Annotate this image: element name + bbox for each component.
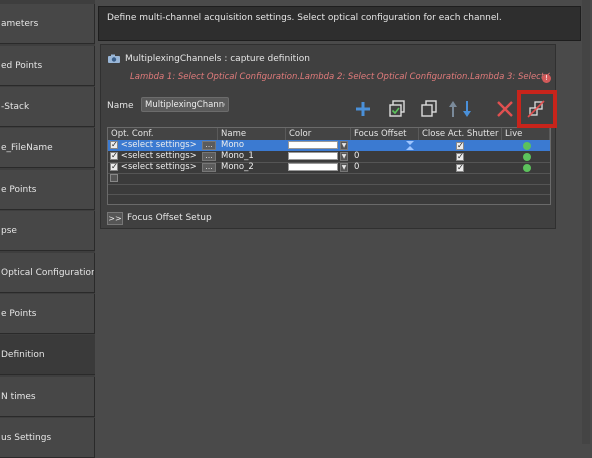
sidebar: ameters ed Points -Stack e_FileName e Po… <box>0 0 95 458</box>
sidebar-item-label: e Points <box>1 308 37 319</box>
delete-icon <box>497 101 513 117</box>
camera-icon <box>108 54 120 63</box>
add-icon <box>356 102 370 116</box>
color-dropdown-icon[interactable]: ▼ <box>340 163 348 172</box>
channel-name-cell[interactable]: Mono <box>221 140 281 151</box>
add-channel-button[interactable] <box>351 97 375 121</box>
row-enable-checkbox[interactable] <box>110 151 118 160</box>
column-header-focus-offset[interactable]: Focus Offset <box>351 128 419 140</box>
sidebar-item-parameters[interactable]: ameters <box>0 4 95 44</box>
focus-offset-cell[interactable]: 0 <box>354 151 414 162</box>
color-dropdown-icon[interactable]: ▼ <box>340 141 348 150</box>
move-down-icon <box>463 101 471 117</box>
sidebar-item-z-stack[interactable]: -Stack <box>0 87 95 127</box>
sidebar-item-points-b[interactable]: e Points <box>0 294 95 334</box>
opt-conf-browse-button[interactable]: ... <box>202 152 216 161</box>
sidebar-item-n-times[interactable]: N times <box>0 377 95 417</box>
expand-toggle-button[interactable]: >> <box>107 211 123 225</box>
sidebar-item-label: N times <box>1 391 36 402</box>
sidebar-item-label: ameters <box>1 18 39 29</box>
color-swatch[interactable] <box>288 163 338 171</box>
sidebar-item-label: Optical Configuration <box>1 267 95 278</box>
duplicate-button[interactable] <box>417 97 441 121</box>
channels-table: Opt. Conf. Name Color Focus Offset Close… <box>107 127 551 205</box>
live-icon[interactable] <box>523 142 531 150</box>
row-divider <box>108 194 550 195</box>
channel-name-cell[interactable]: Mono_2 <box>221 162 281 173</box>
sidebar-item-label: us Settings <box>1 432 52 443</box>
sidebar-item-lapse[interactable]: pse <box>0 211 95 251</box>
row-enable-checkbox[interactable] <box>110 140 118 149</box>
color-swatch[interactable] <box>288 141 338 149</box>
column-header-live[interactable]: Live <box>502 128 550 140</box>
close-shutter-checkbox[interactable] <box>456 163 464 172</box>
vertical-scrollbar[interactable] <box>582 0 590 444</box>
focus-offset-cell[interactable]: 0 <box>354 162 414 173</box>
column-header-name[interactable]: Name <box>218 128 286 140</box>
move-up-icon <box>449 101 457 117</box>
sidebar-item-focus-settings[interactable]: us Settings <box>0 418 95 458</box>
sidebar-item-definition[interactable]: Definition <box>0 335 95 375</box>
opt-conf-value: <select settings> <box>120 162 197 172</box>
opt-conf-browse-button[interactable]: ... <box>202 163 216 172</box>
sidebar-item-label: ed Points <box>1 60 43 71</box>
row-enable-checkbox[interactable] <box>110 162 118 171</box>
sidebar-item-label: Definition <box>1 349 45 360</box>
live-icon[interactable] <box>523 153 531 161</box>
column-header-opt-conf[interactable]: Opt. Conf. <box>108 128 218 140</box>
delete-channel-button[interactable] <box>493 97 517 121</box>
move-up-button[interactable] <box>447 97 459 121</box>
opt-conf-value: <select settings> <box>120 140 197 150</box>
sidebar-item-optical-configuration[interactable]: Optical Configuration <box>0 253 95 293</box>
main-area: Define multi-channel acquisition setting… <box>96 0 592 444</box>
color-swatch[interactable] <box>288 152 338 160</box>
close-shutter-checkbox[interactable] <box>456 152 464 161</box>
lambda-warning-text: Lambda 1: Select Optical Configuration.L… <box>130 72 550 82</box>
name-input[interactable] <box>141 97 229 112</box>
name-label: Name <box>107 101 134 111</box>
opt-conf-value: <select settings> <box>120 151 197 161</box>
sidebar-item-defined-points[interactable]: ed Points <box>0 46 95 86</box>
sidebar-item-label: e_FileName <box>1 142 53 153</box>
sidebar-item-points-a[interactable]: e Points <box>0 170 95 210</box>
column-header-close-shutter[interactable]: Close Act. Shutter <box>419 128 502 140</box>
column-header-color[interactable]: Color <box>286 128 351 140</box>
focus-offset-setup-label: Focus Offset Setup <box>127 213 212 223</box>
row-divider <box>108 173 550 174</box>
live-icon[interactable] <box>523 164 531 172</box>
copy-checked-button[interactable] <box>385 97 409 121</box>
copy-check-icon <box>389 100 405 117</box>
sidebar-item-label: -Stack <box>1 101 30 112</box>
focus-offset-spinner-icon[interactable] <box>406 141 414 150</box>
opt-conf-browse-button[interactable]: ... <box>202 141 216 150</box>
panel-title-row: MultiplexingChannels : capture definitio… <box>107 52 310 66</box>
sidebar-item-label: pse <box>1 225 17 236</box>
sidebar-item-filename[interactable]: e_FileName <box>0 128 95 168</box>
warning-icon: ! <box>542 74 551 83</box>
focus-offset-setup[interactable]: >> Focus Offset Setup <box>107 210 212 226</box>
move-down-button[interactable] <box>461 97 473 121</box>
multiplexing-panel: MultiplexingChannels : capture definitio… <box>100 44 556 229</box>
color-dropdown-icon[interactable]: ▼ <box>340 152 348 161</box>
row-divider <box>108 184 550 185</box>
duplicate-icon <box>421 100 437 117</box>
description-box: Define multi-channel acquisition setting… <box>98 6 581 41</box>
panel-title: MultiplexingChannels : capture definitio… <box>125 54 310 64</box>
highlight-box <box>517 90 557 128</box>
close-shutter-checkbox[interactable] <box>456 141 464 150</box>
new-row-checkbox[interactable] <box>110 174 118 182</box>
channel-name-cell[interactable]: Mono_1 <box>221 151 281 162</box>
sidebar-item-label: e Points <box>1 184 37 195</box>
